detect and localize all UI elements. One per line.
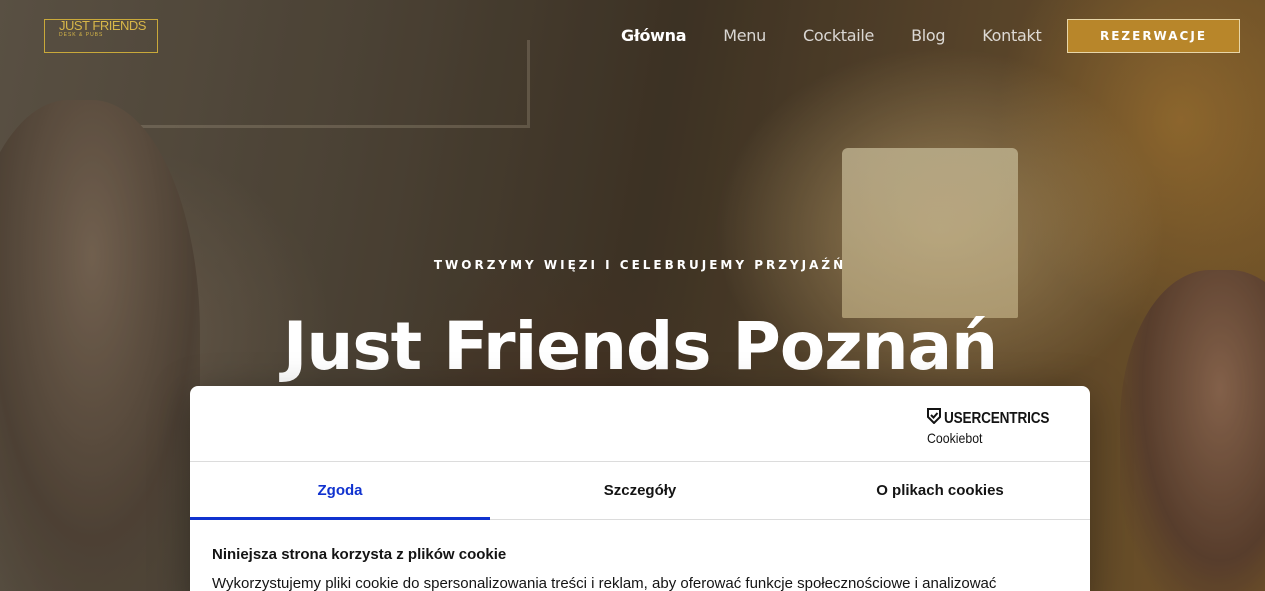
cookie-tabs: Zgoda Szczegóły O plikach cookies xyxy=(190,462,1090,520)
cookiebot-brand[interactable]: USERCENTRICS Cookiebot xyxy=(927,408,1068,446)
site-logo[interactable]: JUST FRIENDS DESK & PUBS xyxy=(44,18,158,53)
cookie-dialog-body: Niniejsza strona korzysta z plików cooki… xyxy=(190,520,1090,591)
nav-item-kontakt[interactable]: Kontakt xyxy=(982,26,1041,45)
cookie-heading: Niniejsza strona korzysta z plików cooki… xyxy=(212,546,507,563)
nav-item-blog[interactable]: Blog xyxy=(911,26,945,45)
main-nav: Główna Menu Cocktaile Blog Kontakt xyxy=(621,26,1078,45)
logo-wordmark: JUST FRIENDS xyxy=(59,18,146,33)
logo-subtitle: DESK & PUBS xyxy=(59,32,104,38)
hero-title: Just Friends Poznań xyxy=(282,308,998,385)
nav-item-menu[interactable]: Menu xyxy=(723,26,766,45)
cookie-consent-dialog: USERCENTRICS Cookiebot Zgoda Szczegóły O… xyxy=(190,386,1090,591)
tab-o-plikach-cookies[interactable]: O plikach cookies xyxy=(790,462,1090,519)
tab-zgoda[interactable]: Zgoda xyxy=(190,462,490,520)
cookie-description: Wykorzystujemy pliki cookie do spersonal… xyxy=(212,575,997,591)
cookie-dialog-header: USERCENTRICS Cookiebot xyxy=(190,386,1090,462)
shield-check-icon xyxy=(927,408,942,429)
nav-item-cocktaile[interactable]: Cocktaile xyxy=(803,26,874,45)
brand-name: USERCENTRICS xyxy=(944,409,1050,427)
reservation-button[interactable]: REZERWACJE xyxy=(1067,19,1240,53)
brand-subname: Cookiebot xyxy=(927,430,983,446)
hero-tagline: TWORZYMY WIĘZI I CELEBRUJEMY PRZYJAŹŃ xyxy=(433,258,847,272)
nav-item-glowna[interactable]: Główna xyxy=(621,26,687,45)
tab-szczegoly[interactable]: Szczegóły xyxy=(490,462,790,519)
